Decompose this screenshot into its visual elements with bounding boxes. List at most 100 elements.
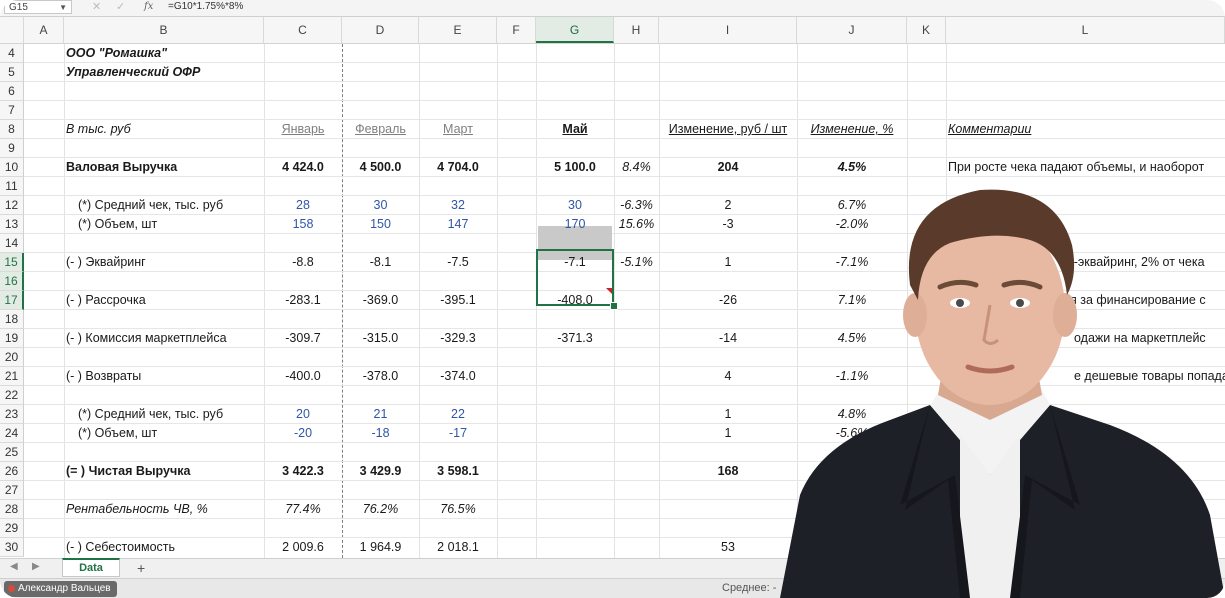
row-header[interactable]: 11 (0, 177, 24, 196)
row-label-net-margin[interactable]: Рентабельность ЧВ, % (66, 500, 208, 519)
cell-value[interactable]: -400.0 (264, 367, 342, 386)
cell-value[interactable]: 32 (419, 196, 497, 215)
row-header[interactable]: 14 (0, 234, 24, 253)
cell-value[interactable]: 3 422.3 (264, 462, 342, 481)
formula-input[interactable]: =G10*1.75%*8% (168, 0, 243, 14)
cell-value[interactable]: 22 (419, 405, 497, 424)
column-header-e[interactable]: E (419, 17, 497, 43)
cell-value[interactable]: 170 (536, 215, 614, 234)
select-all-corner[interactable] (0, 17, 24, 43)
header-march[interactable]: Март (419, 120, 497, 139)
cell-value[interactable]: -369.0 (342, 291, 419, 310)
cell-value[interactable]: 204 (659, 158, 797, 177)
row-header[interactable]: 24 (0, 424, 24, 443)
cell-value[interactable]: 77.4% (264, 500, 342, 519)
row-header[interactable]: 20 (0, 348, 24, 367)
row-label-installments[interactable]: (- ) Рассрочка (66, 291, 146, 310)
row-header[interactable]: 9 (0, 139, 24, 158)
fx-icon[interactable]: fx (144, 0, 153, 14)
header-change-pct[interactable]: Изменение, % (797, 120, 907, 139)
cell-value[interactable]: 76.5% (419, 500, 497, 519)
row-label-cost[interactable]: (- ) Себестоимость (66, 538, 175, 557)
sheet-tab-data[interactable]: Data (62, 558, 120, 577)
comment-indicator-icon[interactable] (606, 288, 612, 294)
active-cell-g15[interactable]: -7.1 (536, 253, 614, 272)
company-name-cell[interactable]: ООО "Ромашка" (66, 44, 167, 63)
cell-value[interactable]: 76.2% (342, 500, 419, 519)
fill-handle[interactable] (610, 302, 618, 310)
cell-value[interactable]: -6.3% (614, 196, 659, 215)
cell-value[interactable]: 3 598.1 (419, 462, 497, 481)
header-change-rub[interactable]: Изменение, руб / шт (659, 120, 797, 139)
row-header[interactable]: 26 (0, 462, 24, 481)
row-header[interactable]: 19 (0, 329, 24, 348)
name-box[interactable]: G15 ▼ (4, 0, 72, 14)
cell-value[interactable]: 53 (659, 538, 797, 557)
cell-value[interactable]: 4 500.0 (342, 158, 419, 177)
row-label-avg-check[interactable]: (*) Средний чек, тыс. руб (78, 196, 223, 215)
row-header[interactable]: 8 (0, 120, 24, 139)
column-header-l[interactable]: L (946, 17, 1225, 43)
cell-value[interactable]: -20 (264, 424, 342, 443)
cell-value[interactable]: 30 (536, 196, 614, 215)
cell-value[interactable]: 4 (659, 367, 797, 386)
row-header[interactable]: 12 (0, 196, 24, 215)
row-label-net-revenue[interactable]: (= ) Чистая Выручка (66, 462, 190, 481)
column-header-d[interactable]: D (342, 17, 419, 43)
row-header[interactable]: 10 (0, 158, 24, 177)
units-cell[interactable]: В тыс. руб (66, 120, 131, 139)
cell-value[interactable]: -5.1% (614, 253, 659, 272)
header-february[interactable]: Февраль (342, 120, 419, 139)
cell-value[interactable]: -371.3 (536, 329, 614, 348)
cell-value[interactable]: 150 (342, 215, 419, 234)
cell-value[interactable]: -3 (659, 215, 797, 234)
add-sheet-button[interactable]: + (137, 559, 145, 578)
column-header-k[interactable]: K (907, 17, 946, 43)
column-header-i[interactable]: I (659, 17, 797, 43)
row-header[interactable]: 16 (0, 272, 24, 291)
row-label-returns[interactable]: (- ) Возвраты (66, 367, 141, 386)
cell-value[interactable]: -374.0 (419, 367, 497, 386)
cell-value[interactable]: -17 (419, 424, 497, 443)
column-header-h[interactable]: H (614, 17, 659, 43)
row-header[interactable]: 18 (0, 310, 24, 329)
report-title-cell[interactable]: Управленческий ОФР (66, 63, 200, 82)
cell-value[interactable]: -309.7 (264, 329, 342, 348)
cell-value[interactable]: -26 (659, 291, 797, 310)
row-header[interactable]: 23 (0, 405, 24, 424)
row-header[interactable]: 6 (0, 82, 24, 101)
row-header[interactable]: 4 (0, 44, 24, 63)
row-label-avg-check-returns[interactable]: (*) Средний чек, тыс. руб (78, 405, 223, 424)
row-header[interactable]: 17 (0, 291, 24, 310)
cell-value[interactable]: 15.6% (614, 215, 659, 234)
column-header-a[interactable]: A (24, 17, 64, 43)
header-comments[interactable]: Комментарии (948, 120, 1031, 139)
row-label-volume-returns[interactable]: (*) Объем, шт (78, 424, 157, 443)
cell-value[interactable]: 8.4% (614, 158, 659, 177)
cell-value[interactable]: 1 (659, 405, 797, 424)
column-header-j[interactable]: J (797, 17, 907, 43)
cell-value[interactable]: -14 (659, 329, 797, 348)
cell-value[interactable]: 2 018.1 (419, 538, 497, 557)
row-header[interactable]: 22 (0, 386, 24, 405)
row-header[interactable]: 30 (0, 538, 24, 557)
row-label-acquiring[interactable]: (- ) Эквайринг (66, 253, 146, 272)
column-header-b[interactable]: B (64, 17, 264, 43)
row-label-gross-revenue[interactable]: Валовая Выручка (66, 158, 177, 177)
cell-value[interactable]: 5 100.0 (536, 158, 614, 177)
header-may[interactable]: Май (536, 120, 614, 139)
cell-value[interactable]: -7.5 (419, 253, 497, 272)
cell-value[interactable]: 28 (264, 196, 342, 215)
cell-value[interactable]: 30 (342, 196, 419, 215)
cell-value[interactable]: 1 (659, 424, 797, 443)
cell-value[interactable]: -378.0 (342, 367, 419, 386)
cell-value[interactable]: 20 (264, 405, 342, 424)
row-header[interactable]: 15 (0, 253, 24, 272)
row-header[interactable]: 7 (0, 101, 24, 120)
cell-value[interactable]: -315.0 (342, 329, 419, 348)
cell-value[interactable]: -395.1 (419, 291, 497, 310)
cell-value[interactable]: 3 429.9 (342, 462, 419, 481)
column-header-f[interactable]: F (497, 17, 536, 43)
row-header[interactable]: 5 (0, 63, 24, 82)
cell-value[interactable]: -8.1 (342, 253, 419, 272)
